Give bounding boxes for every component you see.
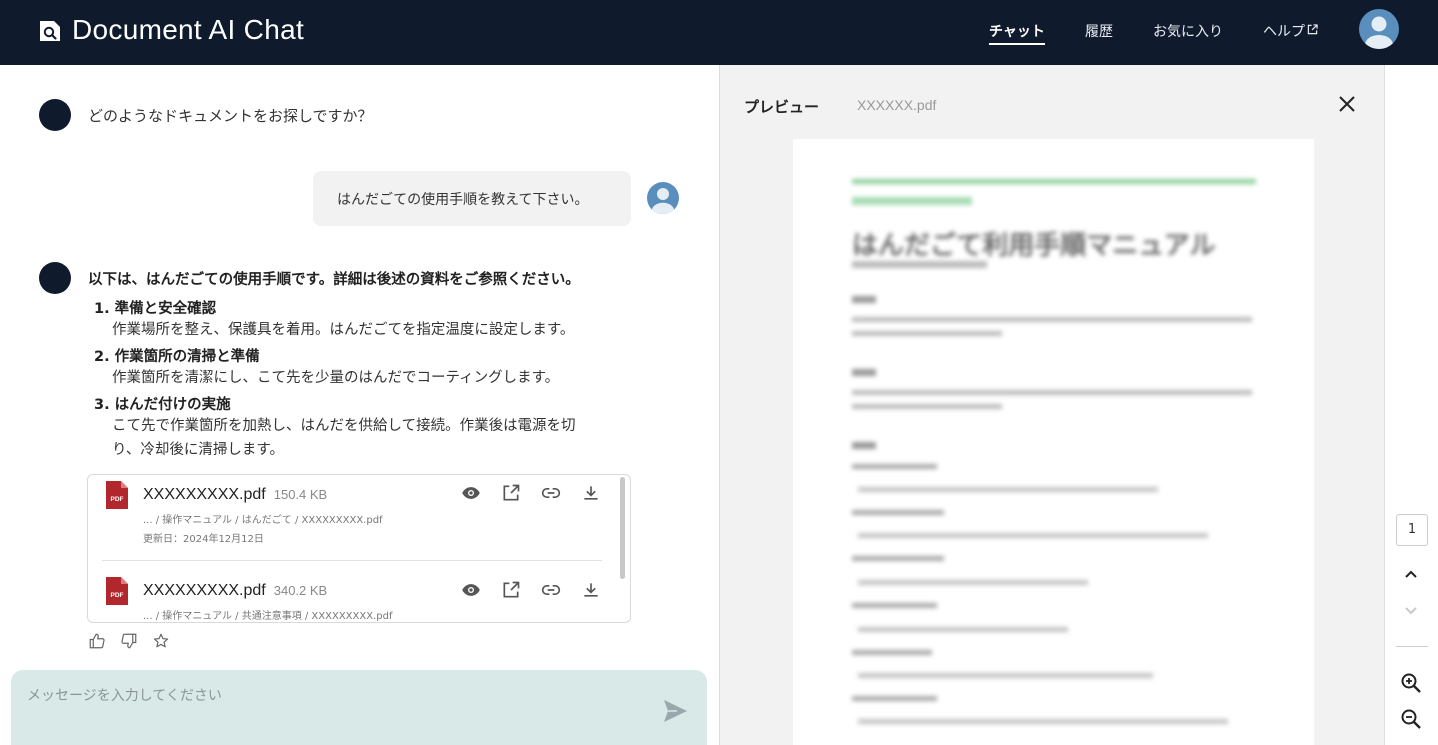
document-divider: [102, 560, 602, 561]
chevron-down-icon[interactable]: [1400, 599, 1422, 621]
nav-history[interactable]: 履歴: [1085, 21, 1113, 41]
toolbar-divider: [1396, 646, 1428, 647]
step-title: 2. 作業箇所の清掃と準備: [94, 349, 260, 365]
document-size: 340.2 KB: [273, 583, 328, 598]
document-page: はんだごて利用手順マニュアル: [793, 139, 1314, 745]
document-item[interactable]: XXXXXXXXX.pdf 340.2 KB: [143, 582, 327, 600]
nav-active-underline: [989, 43, 1045, 45]
open-external-icon[interactable]: [501, 483, 521, 503]
download-icon[interactable]: [581, 580, 601, 600]
page-line: [852, 696, 937, 701]
link-icon[interactable]: [541, 580, 561, 600]
send-icon[interactable]: [661, 697, 689, 725]
bot-avatar: [39, 99, 71, 131]
page-line: [858, 580, 1088, 585]
document-page-content: はんだごて利用手順マニュアル: [793, 139, 1314, 745]
nav-help-label: ヘルプ: [1263, 24, 1305, 40]
document-list[interactable]: PDF XXXXXXXXX.pdf 150.4 KB ... / 操作マニュアル …: [87, 474, 631, 623]
download-icon[interactable]: [581, 483, 601, 503]
page-accent-bar: [852, 179, 1256, 184]
document-name[interactable]: XXXXXXXXX.pdf: [143, 486, 266, 503]
step-body: り、冷却後に清掃します。: [112, 442, 284, 458]
document-name[interactable]: XXXXXXXXX.pdf: [143, 582, 266, 599]
close-icon[interactable]: [1337, 94, 1357, 114]
page-line: [852, 317, 1252, 322]
page-number-input[interactable]: 1: [1396, 514, 1428, 546]
page-section-label: [852, 442, 876, 449]
step-body: 作業箇所を清潔にし、こて先を少量のはんだでコーティングします。: [112, 370, 560, 386]
document-path: ... / 操作マニュアル / 共通注意事項 / XXXXXXXXX.pdf: [143, 611, 393, 622]
preview-file-name: XXXXXX.pdf: [857, 97, 937, 113]
chevron-up-icon[interactable]: [1400, 564, 1422, 586]
external-link-icon: [1307, 24, 1318, 35]
eye-icon[interactable]: [461, 580, 481, 600]
document-size: 150.4 KB: [273, 487, 328, 502]
nav-chat[interactable]: チャット: [989, 21, 1045, 45]
open-external-icon[interactable]: [501, 580, 521, 600]
step-body: 作業場所を整え、保護具を着用。はんだごてを指定温度に設定します。: [112, 322, 575, 338]
page-line: [852, 390, 1252, 395]
pdf-file-icon: PDF: [106, 577, 128, 605]
bot-greeting-message: どのようなドキュメントをお探しですか？: [88, 107, 373, 125]
page-heading: はんだごて利用手順マニュアル: [852, 231, 1216, 261]
page-line: [852, 464, 937, 469]
message-input[interactable]: [27, 684, 647, 708]
user-message-bubble: はんだごての使用手順を教えて下さい。: [313, 171, 631, 226]
preview-panel: プレビュー XXXXXX.pdf はんだごて利用手順マニュアル: [720, 65, 1384, 745]
chat-panel: どのようなドキュメントをお探しですか？ はんだごての使用手順を教えて下さい。 以…: [0, 65, 719, 745]
page-meta: [852, 261, 987, 268]
page-section-label: [852, 369, 876, 376]
page-line: [852, 603, 937, 608]
svg-text:PDF: PDF: [111, 592, 124, 599]
step-title: 1. 準備と安全確認: [94, 301, 217, 317]
eye-icon[interactable]: [461, 483, 481, 503]
step-body: こて先で作業箇所を加熱し、はんだを供給して接続。作業後は電源を切: [112, 418, 576, 434]
zoom-out-icon[interactable]: [1400, 708, 1422, 730]
preview-title: プレビュー: [744, 98, 820, 116]
svg-text:PDF: PDF: [111, 496, 124, 503]
page-line: [858, 719, 1228, 724]
page-line: [852, 331, 1002, 336]
thumbs-down-icon[interactable]: [120, 632, 138, 650]
app-title: Document AI Chat: [72, 14, 305, 45]
page-line: [858, 627, 1068, 632]
star-icon[interactable]: [152, 632, 170, 650]
page-line: [852, 556, 944, 561]
answer-intro: 以下は、はんだごての使用手順です。詳細は後述の資料をご参照ください。: [88, 272, 580, 288]
page-section-label: [852, 296, 876, 303]
user-avatar: [647, 182, 679, 214]
pdf-file-icon: PDF: [106, 481, 128, 509]
person-icon: [1365, 16, 1393, 49]
document-updated: 更新日：2024年12月12日: [143, 534, 264, 545]
page-line: [852, 650, 932, 655]
message-input-area: [11, 670, 707, 745]
app-logo-icon: [40, 21, 60, 41]
page-subheading: [852, 197, 972, 205]
page-line: [852, 510, 944, 515]
document-path: ... / 操作マニュアル / はんだごて / XXXXXXXXX.pdf: [143, 515, 383, 526]
document-item[interactable]: XXXXXXXXX.pdf 150.4 KB: [143, 486, 327, 504]
app-header: Document AI Chat チャット 履歴 お気に入り ヘルプ: [0, 0, 1438, 65]
nav-chat-label: チャット: [989, 24, 1045, 40]
nav-favorites[interactable]: お気に入り: [1153, 21, 1223, 41]
link-icon[interactable]: [541, 483, 561, 503]
document-list-scrollbar[interactable]: [620, 477, 625, 579]
user-avatar-header[interactable]: [1359, 9, 1399, 49]
page-line: [858, 533, 1208, 538]
person-icon: [651, 188, 675, 214]
thumbs-up-icon[interactable]: [88, 632, 106, 650]
zoom-in-icon[interactable]: [1400, 672, 1422, 694]
preview-toolbar: 1: [1384, 65, 1438, 745]
step-title: 3. はんだ付けの実施: [94, 397, 231, 413]
page-line: [858, 487, 1158, 492]
nav-help[interactable]: ヘルプ: [1263, 21, 1318, 41]
page-line: [858, 673, 1153, 678]
user-message-text: はんだごての使用手順を教えて下さい。: [337, 192, 589, 208]
bot-avatar: [39, 262, 71, 294]
page-line: [852, 404, 1002, 409]
